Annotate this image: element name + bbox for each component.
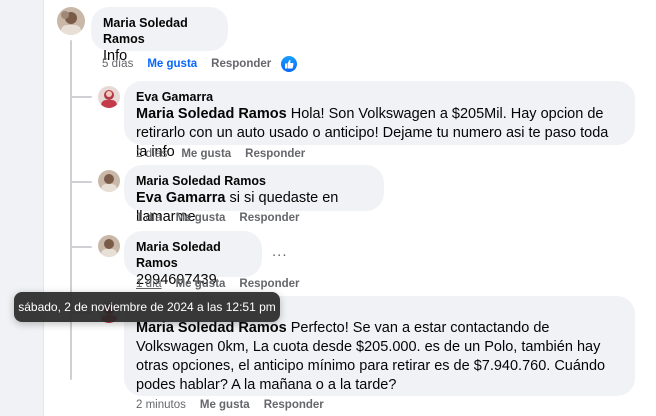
comment-bubble: Eva Gamarra Maria Soledad Ramos Hola! So…: [124, 81, 635, 160]
comment-author[interactable]: Maria Soledad Ramos: [136, 239, 250, 271]
divider: [43, 0, 44, 416]
comment-time[interactable]: 1 día: [136, 278, 162, 290]
comment-bubble: Maria Soledad Ramos Eva Gamarra si si qu…: [124, 165, 384, 225]
like-icon[interactable]: [281, 56, 298, 72]
like-button[interactable]: Me gusta: [176, 212, 226, 224]
reply-connector: [70, 246, 92, 248]
comment-time[interactable]: 2 minutos: [136, 399, 186, 411]
reply-button[interactable]: Responder: [264, 399, 324, 411]
comment-time[interactable]: 5 días: [102, 58, 133, 70]
reply-button[interactable]: Responder: [245, 148, 305, 160]
reply-button[interactable]: Responder: [239, 278, 299, 290]
thread-line: [70, 40, 72, 380]
avatar-maria[interactable]: [98, 235, 120, 257]
timestamp-tooltip: sábado, 2 de noviembre de 2024 a las 12:…: [14, 292, 280, 322]
mention-link[interactable]: Maria Soledad Ramos: [136, 106, 287, 122]
reply-button[interactable]: Responder: [211, 58, 271, 70]
comment-actions: 1 día Me gusta Responder: [136, 210, 314, 226]
comment-bubble: Maria Soledad Ramos 2994697439: [124, 231, 262, 288]
comment-actions: 5 días Me gusta Responder: [102, 56, 311, 72]
like-button[interactable]: Me gusta: [181, 148, 231, 160]
comment-bubble: Maria Soledad Ramos Info: [91, 7, 228, 64]
like-button[interactable]: Me gusta: [200, 399, 250, 411]
comment-author[interactable]: Maria Soledad Ramos: [136, 173, 372, 189]
more-options-button[interactable]: ...: [272, 244, 288, 259]
reply-button[interactable]: Responder: [239, 212, 299, 224]
comment-actions: 2 días Me gusta Responder: [136, 146, 319, 162]
comment-time[interactable]: 2 días: [136, 148, 167, 160]
comment-author[interactable]: Eva Gamarra: [136, 89, 623, 105]
comment-text: Maria Soledad Ramos Perfecto! Se van a e…: [136, 319, 623, 395]
mention-link[interactable]: Maria Soledad Ramos: [136, 320, 287, 336]
mention-link[interactable]: Eva Gamarra: [136, 190, 225, 206]
avatar-maria[interactable]: [98, 170, 120, 192]
comment-actions: 1 día Me gusta Responder: [136, 276, 314, 292]
like-button[interactable]: Me gusta: [147, 58, 197, 70]
reply-connector: [70, 181, 92, 183]
reply-connector: [70, 96, 92, 98]
avatar-eva[interactable]: [98, 86, 120, 108]
comment-author[interactable]: Maria Soledad Ramos: [103, 15, 216, 47]
comment-actions: 2 minutos Me gusta Responder: [136, 397, 338, 413]
comment-time[interactable]: 1 día: [136, 212, 162, 224]
avatar-maria[interactable]: [57, 7, 85, 35]
like-button[interactable]: Me gusta: [176, 278, 226, 290]
left-rail: [0, 0, 43, 416]
